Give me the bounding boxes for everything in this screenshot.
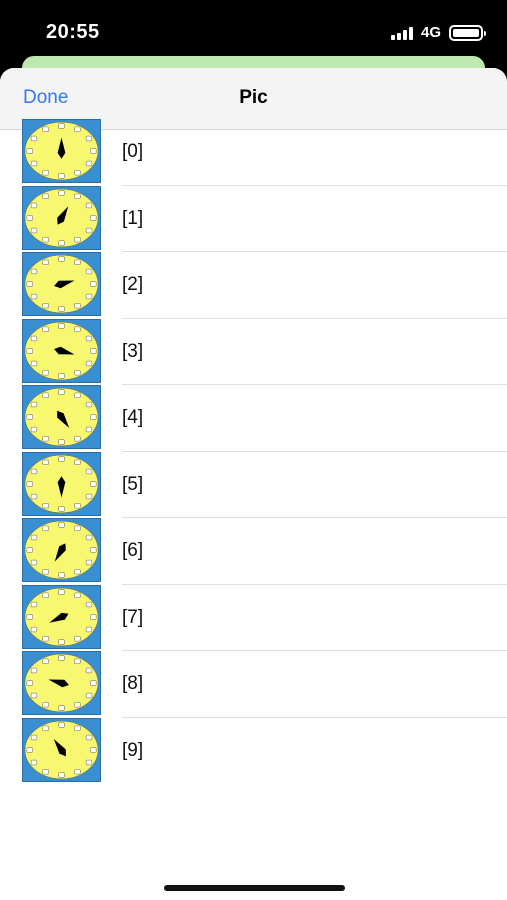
- row-label: [1]: [122, 207, 144, 229]
- status-time: 20:55: [46, 21, 100, 43]
- clock-icon: [22, 119, 101, 183]
- row-label: [4]: [122, 407, 144, 428]
- list-item[interactable]: [3]: [0, 318, 507, 386]
- list-item[interactable]: [1]: [0, 185, 507, 253]
- clock-icon: [22, 451, 101, 516]
- clock-icon: [22, 252, 101, 316]
- signal-icon: [390, 26, 413, 40]
- row-label: [2]: [122, 274, 144, 295]
- row-label: [7]: [122, 606, 144, 628]
- row-label: [5]: [122, 473, 144, 495]
- page-title: Pic: [239, 87, 268, 108]
- list-item[interactable]: [9]: [0, 717, 507, 785]
- clock-icon: [22, 185, 101, 250]
- list-item[interactable]: [6]: [0, 518, 507, 585]
- battery-icon: [449, 24, 486, 41]
- list-item[interactable]: [2]: [0, 252, 507, 319]
- clock-icon: [22, 717, 101, 782]
- status-indicators: 4G: [390, 24, 486, 41]
- row-label: [8]: [122, 673, 144, 694]
- clock-icon: [22, 651, 101, 715]
- clock-icon: [22, 518, 101, 582]
- home-indicator[interactable]: [164, 885, 345, 891]
- list-item[interactable]: [7]: [0, 584, 507, 652]
- clock-icon: [22, 584, 101, 649]
- list-item[interactable]: [4]: [0, 385, 507, 452]
- picture-list: [0] [1] [2] [3] [4] [5] [6] [7] [8] [9]: [0, 119, 507, 784]
- row-label: [3]: [122, 340, 144, 362]
- list-item[interactable]: [5]: [0, 451, 507, 519]
- row-label: [6]: [122, 540, 144, 561]
- clock-icon: [22, 385, 101, 449]
- list-item[interactable]: [0]: [0, 119, 507, 186]
- network-type: 4G: [420, 24, 441, 41]
- modal-sheet: Done Pic [0] [1] [2] [3] [4] [5] [6] [7] [8] [9]: [0, 68, 507, 900]
- list-item[interactable]: [8]: [0, 651, 507, 718]
- row-label: [0]: [122, 141, 144, 162]
- row-label: [9]: [122, 739, 144, 761]
- clock-icon: [22, 318, 101, 383]
